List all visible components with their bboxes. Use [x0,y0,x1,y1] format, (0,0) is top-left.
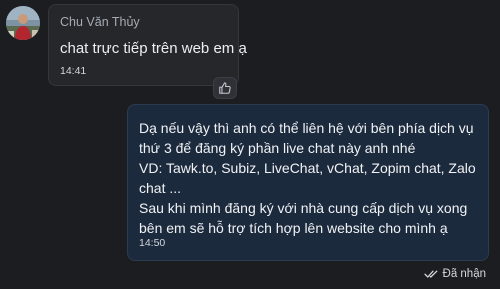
outgoing-message-text: Dạ nếu vậy thì anh có thể liên hệ với bê… [139,120,476,236]
incoming-message-bubble: Chu Văn Thủy chat trực tiếp trên web em … [48,4,247,99]
react-like-button[interactable] [213,77,237,99]
thumbs-up-icon [219,82,231,94]
chat-thread: Chu Văn Thủy chat trực tiếp trên web em … [0,0,500,289]
outgoing-message-bubble: Dạ nếu vậy thì anh có thể liên hệ với bê… [127,104,489,261]
user-avatar-icon [6,6,40,40]
incoming-message-time: 14:41 [60,65,87,77]
sender-avatar[interactable] [6,6,40,40]
double-check-icon [423,270,437,278]
delivery-status-label: Đã nhận [442,268,486,280]
incoming-message-text: chat trực tiếp trên web em ạ [60,40,247,57]
delivery-status: Đã nhận [423,268,486,280]
sender-name[interactable]: Chu Văn Thủy [60,15,140,29]
outgoing-message-time: 14:50 [139,237,166,249]
